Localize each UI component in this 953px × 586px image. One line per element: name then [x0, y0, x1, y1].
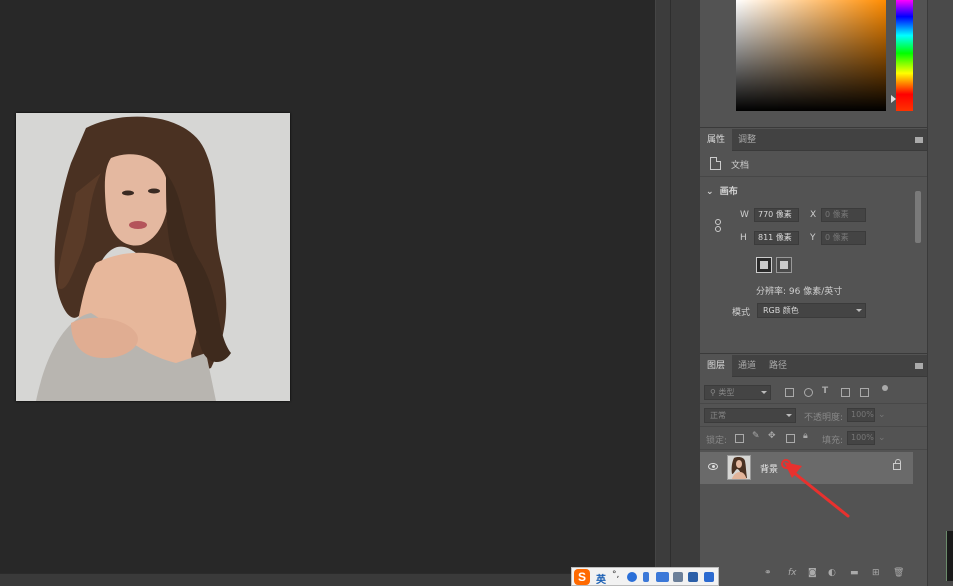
tab-properties[interactable]: 属性 [700, 129, 733, 151]
tab-paths[interactable]: 路径 [762, 355, 794, 377]
layer-filter-select[interactable]: ⚲ 类型 [704, 385, 771, 400]
doc-row: 文档 [700, 151, 927, 177]
blend-row: 正常 不透明度: 100% ⌄ [700, 405, 927, 427]
tab-channels[interactable]: 通道 [731, 355, 763, 377]
panel-menu-icon[interactable] [915, 137, 923, 143]
properties-scrollbar[interactable] [914, 181, 922, 331]
chevron-down-icon [761, 391, 767, 394]
user-icon[interactable] [673, 572, 683, 582]
collapsed-panel-strip [927, 0, 953, 586]
link-icon[interactable]: ⚭ [764, 568, 772, 578]
properties-tabbar: 属性 调整 [700, 129, 927, 151]
status-bar [0, 573, 655, 586]
document-icon [710, 157, 721, 170]
adjustment-icon[interactable]: ◐ [828, 568, 836, 578]
microphone-icon[interactable] [643, 572, 649, 582]
height-input[interactable]: 811 像素 [754, 231, 799, 245]
color-mode-select[interactable]: RGB 颜色 [757, 303, 866, 318]
layer-filter-value: 类型 [718, 388, 735, 397]
mask-icon[interactable]: ◙ [808, 568, 817, 578]
panel-dock-divider [655, 0, 700, 586]
properties-panel: 属性 调整 文档 ⌄ 画布 W 770 像素 X 0 像素 H 811 像素 Y… [700, 129, 927, 354]
red-arrow-annotation [781, 459, 850, 518]
taskbar-corner-icon [946, 531, 953, 581]
x-label: X [810, 210, 817, 220]
layers-tabbar: 图层 通道 路径 [700, 355, 927, 377]
opacity-label: 不透明度: [804, 413, 844, 423]
hue-slider[interactable] [896, 0, 913, 111]
y-input[interactable]: 0 像素 [821, 231, 866, 245]
punctuation-icon[interactable]: °, [612, 570, 619, 580]
filter-toggle-icon[interactable] [882, 385, 888, 391]
lock-all-icon[interactable]: 🔒︎ [803, 431, 808, 441]
mode-label: 模式 [732, 308, 751, 318]
color-mode-value: RGB 颜色 [763, 306, 799, 315]
layer-filter-row: ⚲ 类型 T [700, 382, 927, 404]
ime-toolbar[interactable]: S 英 °, [571, 567, 719, 586]
canvas-workspace[interactable] [0, 0, 655, 586]
trash-icon[interactable]: 🗑︎ [893, 568, 904, 578]
grid-menu-icon[interactable] [704, 572, 714, 582]
search-icon: ⚲ [710, 388, 716, 397]
chevron-down-icon: ⌄ [706, 187, 714, 197]
emoji-icon[interactable] [627, 572, 637, 582]
link-dimensions-icon[interactable] [714, 219, 722, 233]
color-saturation-field[interactable] [736, 0, 886, 111]
tab-layers[interactable]: 图层 [700, 355, 733, 377]
lock-transparent-icon[interactable] [735, 434, 744, 443]
layer-name[interactable]: 背景 [760, 462, 778, 475]
resolution-text: 分辨率: 96 像素/英寸 [756, 287, 843, 297]
canvas-section-title: 画布 [719, 187, 738, 197]
portrait-orientation-button[interactable] [756, 257, 772, 273]
blend-mode-value: 正常 [710, 411, 726, 420]
landscape-orientation-button[interactable] [776, 257, 792, 273]
sogou-logo-icon[interactable]: S [574, 569, 590, 585]
scrollbar-thumb[interactable] [915, 191, 921, 243]
width-label: W [740, 210, 749, 220]
skin-icon[interactable] [688, 572, 698, 582]
lock-move-icon[interactable]: ✥ [768, 431, 776, 441]
ime-language-toggle[interactable]: 英 [596, 571, 606, 586]
width-input[interactable]: 770 像素 [754, 208, 799, 222]
canvas-section-toggle[interactable]: ⌄ 画布 [706, 184, 738, 197]
document-canvas-portrait-photo[interactable] [16, 113, 290, 401]
lock-artboard-icon[interactable] [786, 434, 795, 443]
folder-icon[interactable]: ▬ [850, 568, 859, 578]
portrait-image [16, 113, 290, 401]
lock-icon[interactable] [893, 459, 901, 470]
adjustment-filter-icon[interactable] [804, 388, 813, 397]
type-filter-icon[interactable]: T [822, 386, 828, 396]
y-label: Y [810, 233, 816, 243]
lock-row: 锁定: ✎ ✥ 🔒︎ 填充: 100% ⌄ [700, 428, 927, 450]
smart-object-filter-icon[interactable] [860, 388, 869, 397]
eye-icon[interactable] [708, 463, 718, 470]
chevron-down-icon [786, 414, 792, 417]
pixel-filter-icon[interactable] [785, 388, 794, 397]
tab-adjustments[interactable]: 调整 [731, 129, 763, 151]
chevron-down-icon[interactable]: ⌄ [878, 433, 886, 443]
chevron-down-icon[interactable]: ⌄ [878, 410, 886, 420]
height-label: H [740, 233, 747, 243]
color-panel [700, 0, 927, 128]
shape-filter-icon[interactable] [841, 388, 850, 397]
keyboard-icon[interactable] [656, 572, 669, 582]
panel-menu-icon[interactable] [915, 363, 923, 369]
layers-bottom-toolbar: ⚭ fx ◙ ◐ ▬ ⊞ 🗑︎ [760, 567, 910, 581]
chevron-down-icon [856, 309, 862, 312]
lock-label: 锁定: [706, 436, 728, 446]
opacity-input[interactable]: 100% [847, 408, 875, 422]
x-input[interactable]: 0 像素 [821, 208, 866, 222]
lock-paint-icon[interactable]: ✎ [752, 431, 760, 441]
new-layer-icon[interactable]: ⊞ [872, 568, 880, 578]
doc-label: 文档 [731, 161, 750, 171]
fill-label: 填充: [822, 436, 844, 446]
layer-thumbnail [727, 455, 751, 480]
blend-mode-select[interactable]: 正常 [704, 408, 796, 423]
fill-input[interactable]: 100% [847, 431, 875, 445]
fx-icon[interactable]: fx [788, 568, 797, 578]
